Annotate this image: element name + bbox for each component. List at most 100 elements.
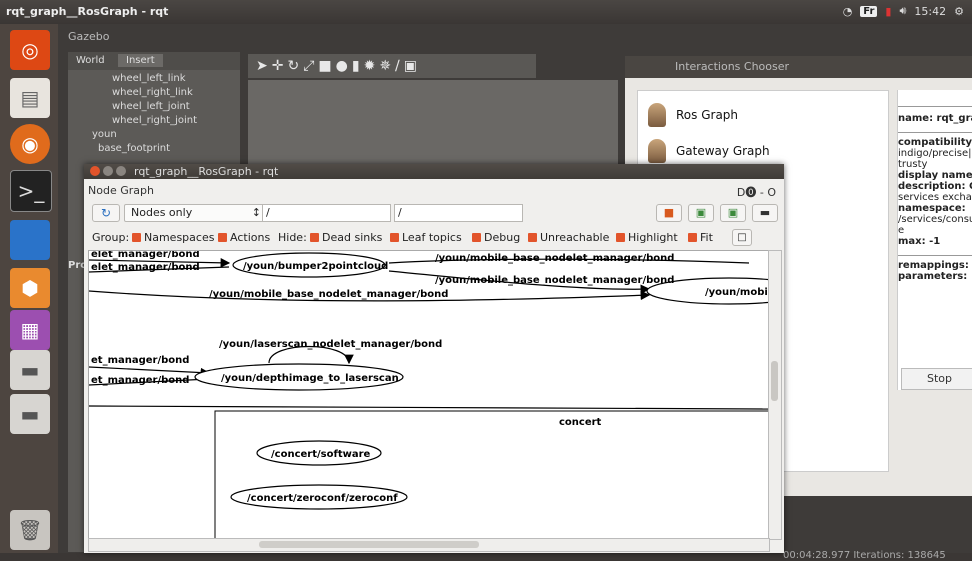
tree-item[interactable]: wheel_left_link: [68, 72, 240, 86]
stop-button[interactable]: Stop: [901, 368, 972, 390]
screenshot-icon[interactable]: ▣: [404, 58, 421, 74]
maximize-icon[interactable]: [116, 166, 126, 176]
node-label: /youn/mobile: [705, 287, 769, 298]
namespaces-checkbox[interactable]: Namespaces: [128, 231, 214, 244]
settings-gear-icon[interactable]: ⚙: [954, 5, 964, 18]
info-remappings: remappings: []: [898, 260, 972, 271]
plugin-window-controls[interactable]: D⓿ - O: [737, 184, 776, 200]
battery-icon[interactable]: ▮: [885, 5, 891, 18]
highlight-checkbox[interactable]: Highlight: [612, 231, 678, 244]
rotate-icon[interactable]: ↻: [287, 58, 303, 74]
dir-light-icon[interactable]: ∕: [395, 58, 404, 74]
workspace-switcher-icon[interactable]: ▦: [10, 310, 50, 350]
files-icon[interactable]: ▤: [10, 78, 50, 118]
system-tray: ◔ Fr ▮ 🔊︎ 15:42 ⚙: [843, 4, 964, 18]
info-ns-value: /services/consu: [898, 214, 972, 225]
edge-label: /youn/laserscan_nodelet_manager/bond: [219, 339, 442, 350]
rqt-window-title: rqt_graph__RosGraph - rqt: [134, 165, 279, 178]
dead-sinks-checkbox[interactable]: Dead sinks: [306, 231, 382, 244]
box-icon[interactable]: ■: [318, 58, 335, 74]
dead-sinks-label: Dead sinks: [322, 231, 383, 244]
dash-ubuntu-icon[interactable]: ◎: [10, 30, 50, 70]
view-mode-select[interactable]: Nodes only ↕: [124, 204, 266, 222]
trash-icon[interactable]: 🗑︎: [10, 510, 50, 550]
firefox-icon[interactable]: ◉: [10, 124, 50, 164]
unreachable-checkbox[interactable]: Unreachable: [524, 231, 609, 244]
concert-cluster: [214, 410, 769, 539]
tree-item[interactable]: wheel_right_joint: [68, 114, 240, 128]
minimize-icon[interactable]: [103, 166, 113, 176]
horizontal-scroll-thumb[interactable]: [259, 541, 479, 548]
blue-app-icon[interactable]: [10, 220, 50, 260]
vertical-scroll-thumb[interactable]: [771, 361, 778, 401]
translate-icon[interactable]: ✛: [272, 58, 288, 74]
vertical-scrollbar[interactable]: [768, 250, 782, 540]
node-label: /concert/software: [271, 449, 371, 460]
software-center-icon[interactable]: ⬢: [10, 268, 50, 308]
horizontal-scrollbar[interactable]: [88, 538, 770, 552]
scale-icon[interactable]: ⤢: [303, 58, 318, 74]
tree-item[interactable]: base_footprint: [68, 142, 240, 156]
refresh-icon[interactable]: ↻: [92, 204, 120, 222]
edge-label: elet_manager/bond: [91, 262, 200, 273]
tree-item[interactable]: wheel_left_joint: [68, 100, 240, 114]
tree-item[interactable]: wheel_right_link: [68, 86, 240, 100]
checkbox-icon: [218, 233, 227, 242]
info-desc-value: services exchang: [898, 192, 972, 203]
rqt-window: rqt_graph__RosGraph - rqt Node Graph D⓿ …: [84, 164, 784, 553]
clock[interactable]: 15:42: [914, 5, 946, 18]
cylinder-icon[interactable]: ▮: [352, 58, 364, 74]
checkbox-icon: [310, 233, 319, 242]
tab-world[interactable]: World: [68, 54, 113, 67]
select-arrow-icon[interactable]: ➤: [256, 58, 272, 74]
tab-insert[interactable]: Insert: [118, 54, 163, 67]
load-dot-icon[interactable]: ■: [656, 204, 682, 222]
info-desc-label: description: Gr: [898, 181, 972, 192]
active-window-title: rqt_graph__RosGraph - rqt: [6, 5, 169, 18]
namespace-filter-input[interactable]: /: [262, 204, 391, 222]
info-parameters: parameters:: [898, 271, 968, 282]
close-icon[interactable]: [90, 166, 100, 176]
sun-light-icon[interactable]: ✹: [364, 58, 380, 74]
sphere-icon[interactable]: ●: [336, 58, 352, 74]
save-svg-icon[interactable]: ▣: [720, 204, 746, 222]
gazebo-toolbar: ➤✛↻⤢■●▮✹✵∕▣: [248, 54, 536, 78]
edge-label: /youn/mobile_base_nodelet_manager/bond: [435, 275, 674, 286]
actions-checkbox[interactable]: Actions: [214, 231, 270, 244]
leaf-topics-checkbox[interactable]: Leaf topics: [386, 231, 462, 244]
gazebo-status: 00:04:28.977 Iterations: 138645: [783, 550, 946, 561]
plugin-header: Node Graph D⓿ - O: [84, 181, 784, 201]
drive-icon[interactable]: ▬: [10, 350, 50, 390]
node-label: /concert/zeroconf/zeroconf: [247, 493, 398, 504]
fit-checkbox[interactable]: Fit: [684, 231, 713, 244]
save-dot-icon[interactable]: ▣: [688, 204, 714, 222]
save-image-icon[interactable]: ▬: [752, 204, 778, 222]
graph-canvas[interactable]: concert /youn/bumper2pointcloud /youn/mo…: [88, 250, 770, 540]
info-name: name: rqt_grap: [898, 113, 972, 124]
debug-label: Debug: [484, 231, 521, 244]
edge-label: et_manager/bond: [91, 375, 189, 386]
list-item-ros-graph[interactable]: Ros Graph: [648, 103, 738, 127]
fit-view-icon[interactable]: □: [732, 229, 752, 246]
list-item-gateway-graph[interactable]: Gateway Graph: [648, 139, 770, 163]
topic-filter-input[interactable]: /: [394, 204, 523, 222]
edge-label: /youn/mobile_base_nodelet_manager/bond: [209, 289, 448, 300]
edge-label: /youn/mobile_base_nodelet_manager/bond: [435, 253, 674, 264]
robot-icon: [648, 139, 666, 163]
group-label: Group:: [92, 231, 130, 244]
drive-2-icon[interactable]: ▬: [10, 394, 50, 434]
robot-icon: [648, 103, 666, 127]
info-max: max: -1: [898, 236, 941, 247]
launcher: ◎ ▤ ◉ >_ ⬢ ▦ ▬ ▬ 🗑︎: [0, 24, 58, 553]
terminal-icon[interactable]: >_: [10, 170, 52, 212]
volume-icon[interactable]: 🔊︎: [899, 4, 906, 18]
info-compat-label: compatibility:: [898, 137, 972, 148]
debug-checkbox[interactable]: Debug: [468, 231, 520, 244]
spot-light-icon[interactable]: ✵: [379, 58, 395, 74]
world-tree: wheel_left_link wheel_right_link wheel_l…: [68, 72, 240, 156]
checkbox-icon: [472, 233, 481, 242]
edge-line: [89, 366, 211, 378]
keyboard-layout-indicator[interactable]: Fr: [860, 5, 878, 17]
tree-item[interactable]: youn: [68, 128, 240, 142]
wifi-icon[interactable]: ◔: [843, 5, 853, 18]
